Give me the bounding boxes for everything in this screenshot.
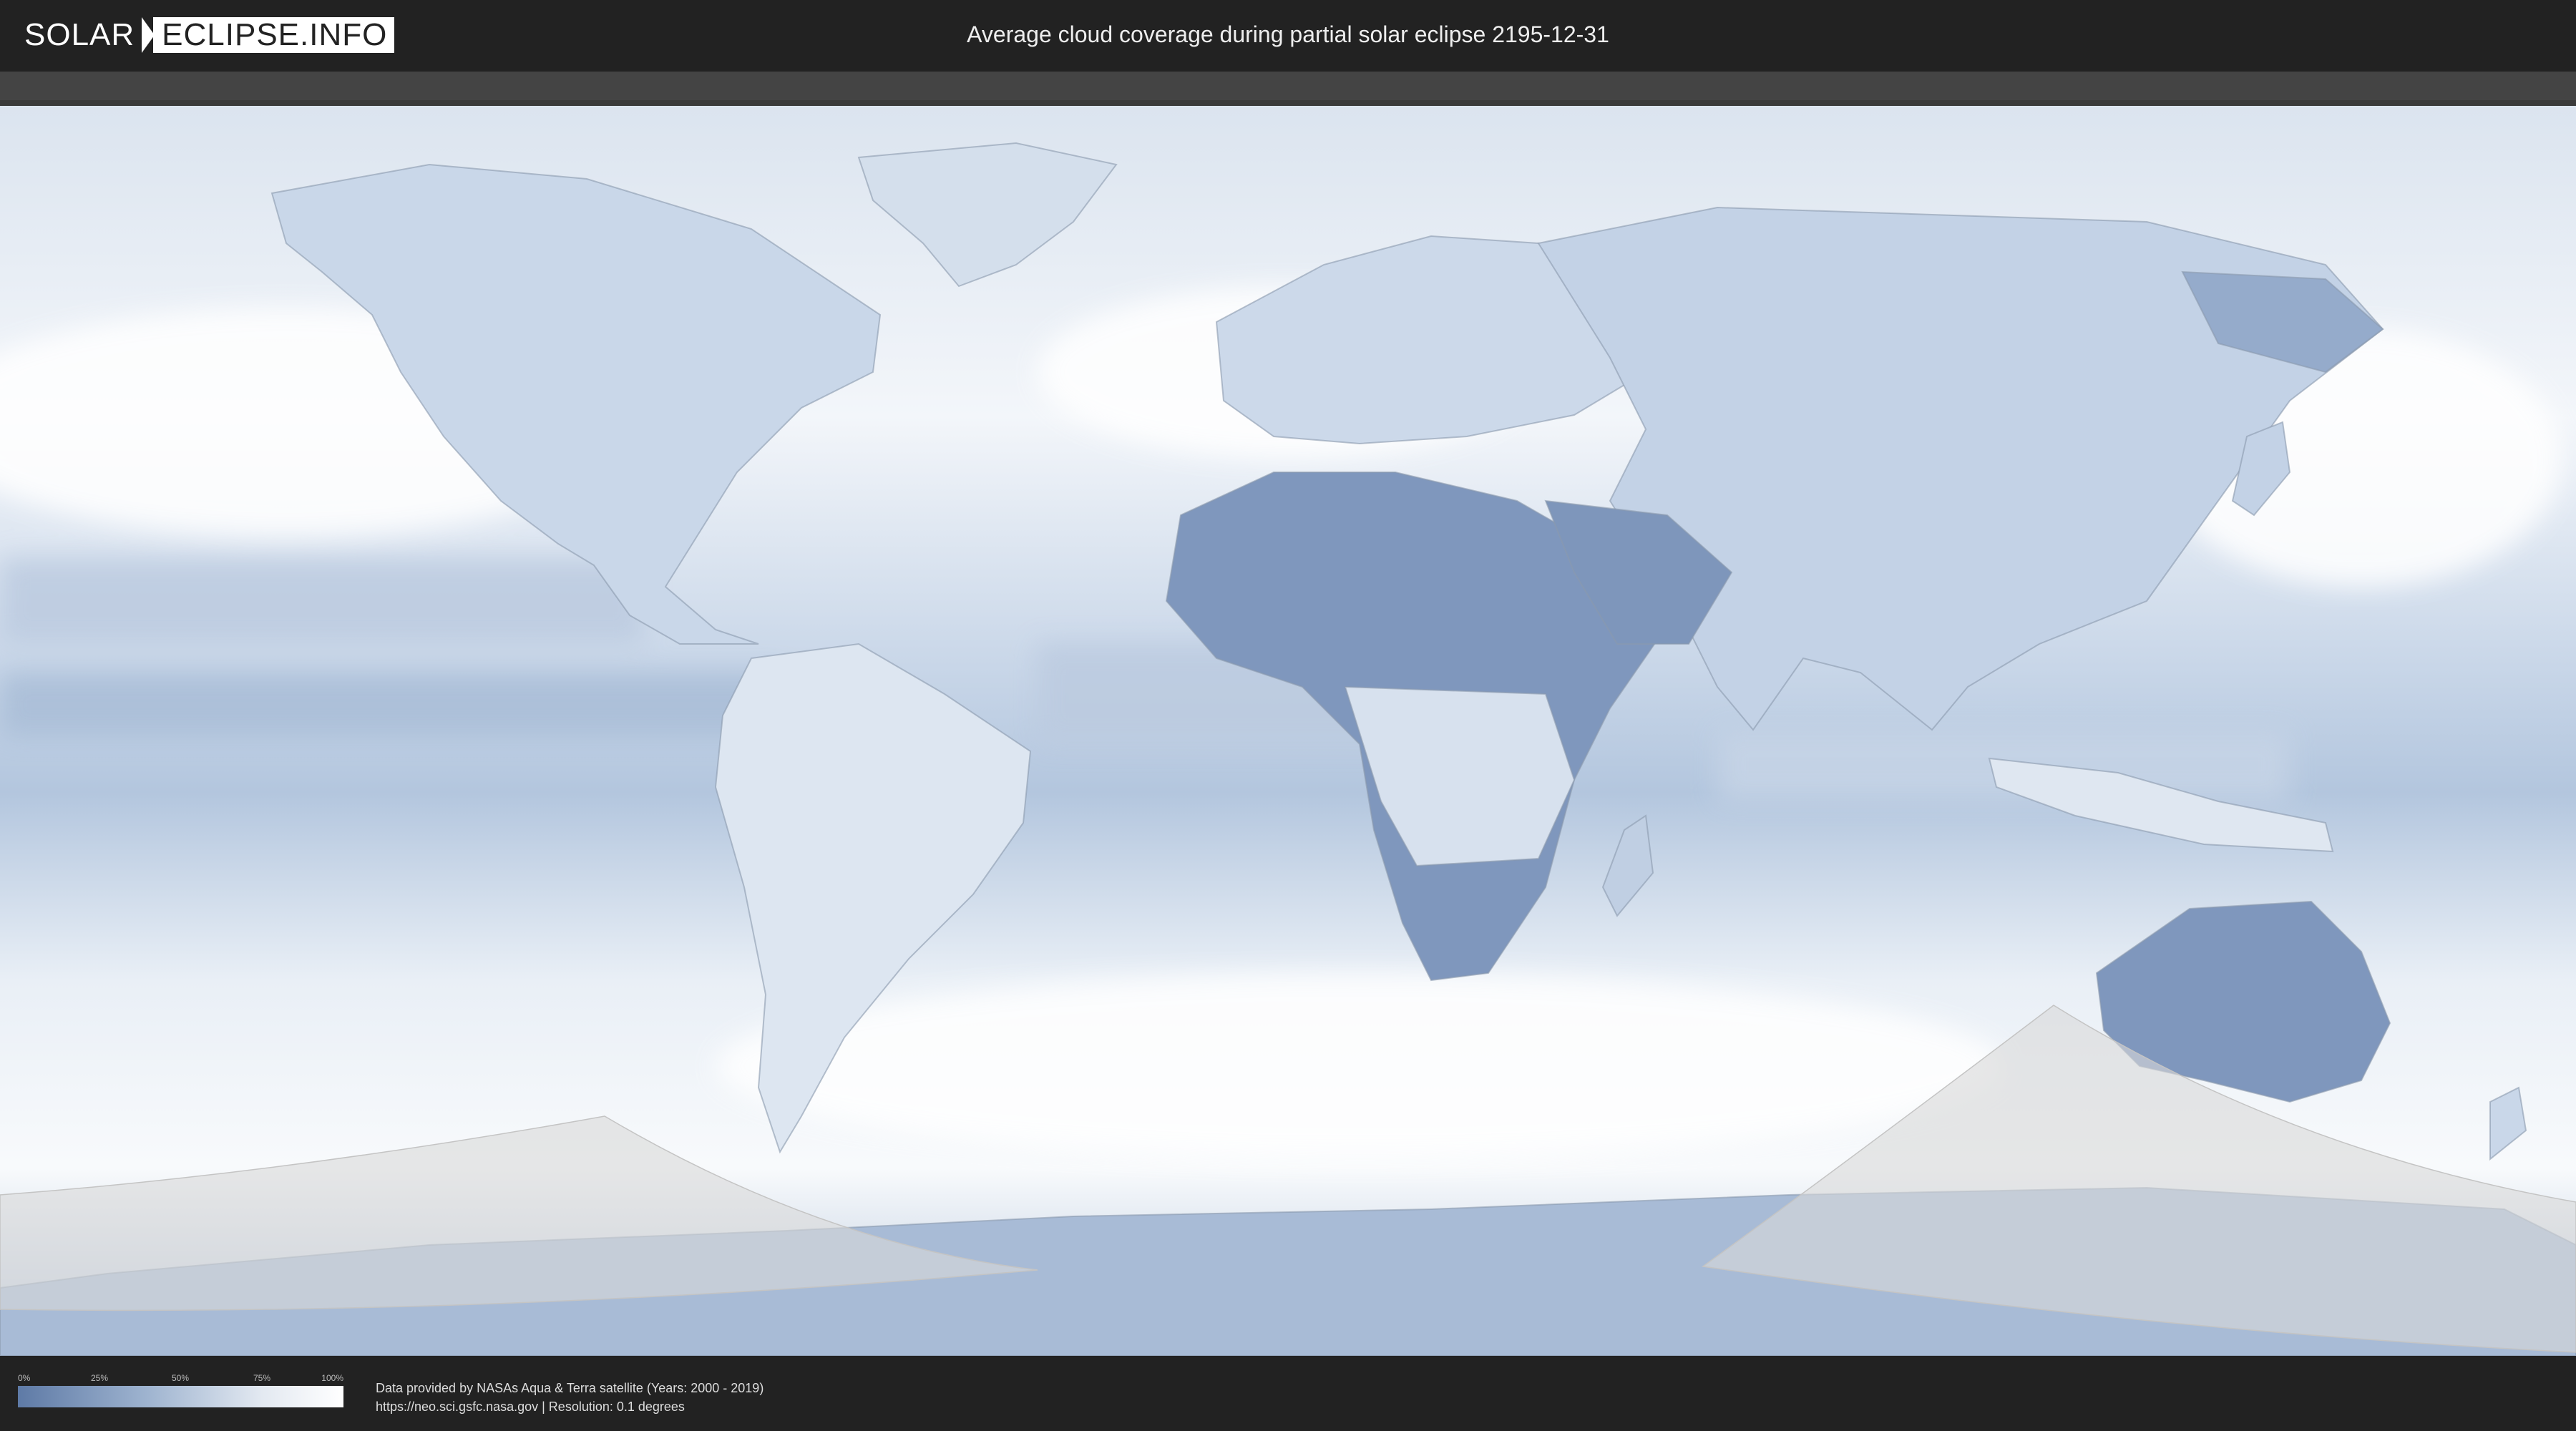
credits-line-1: Data provided by NASAs Aqua & Terra sate…: [376, 1381, 764, 1395]
footer-bar: 0% 25% 50% 75% 100% Data provided by NAS…: [0, 1357, 2576, 1431]
credits-line-2: https://neo.sci.gsfc.nasa.gov | Resoluti…: [376, 1400, 685, 1414]
cloud-coverage-map[interactable]: [0, 100, 2576, 1356]
legend-tick-100: 100%: [321, 1373, 343, 1383]
map-top-edge: [0, 100, 2576, 106]
legend-tick-25: 25%: [90, 1373, 109, 1383]
cloud-coverage-legend: 0% 25% 50% 75% 100%: [18, 1373, 343, 1407]
header-divider: [0, 72, 2576, 100]
legend-tick-75: 75%: [253, 1373, 271, 1383]
legend-color-bar: [18, 1386, 343, 1407]
legend-ticks: 0% 25% 50% 75% 100%: [18, 1373, 343, 1386]
header-bar: SOLAR ECLIPSE.INFO Average cloud coverag…: [0, 0, 2576, 72]
legend-tick-50: 50%: [171, 1373, 190, 1383]
page-title: Average cloud coverage during partial so…: [967, 21, 1609, 47]
legend-tick-0: 0%: [18, 1373, 31, 1383]
data-credits: Data provided by NASAs Aqua & Terra sate…: [376, 1379, 763, 1416]
world-map-svg: [0, 100, 2576, 1356]
